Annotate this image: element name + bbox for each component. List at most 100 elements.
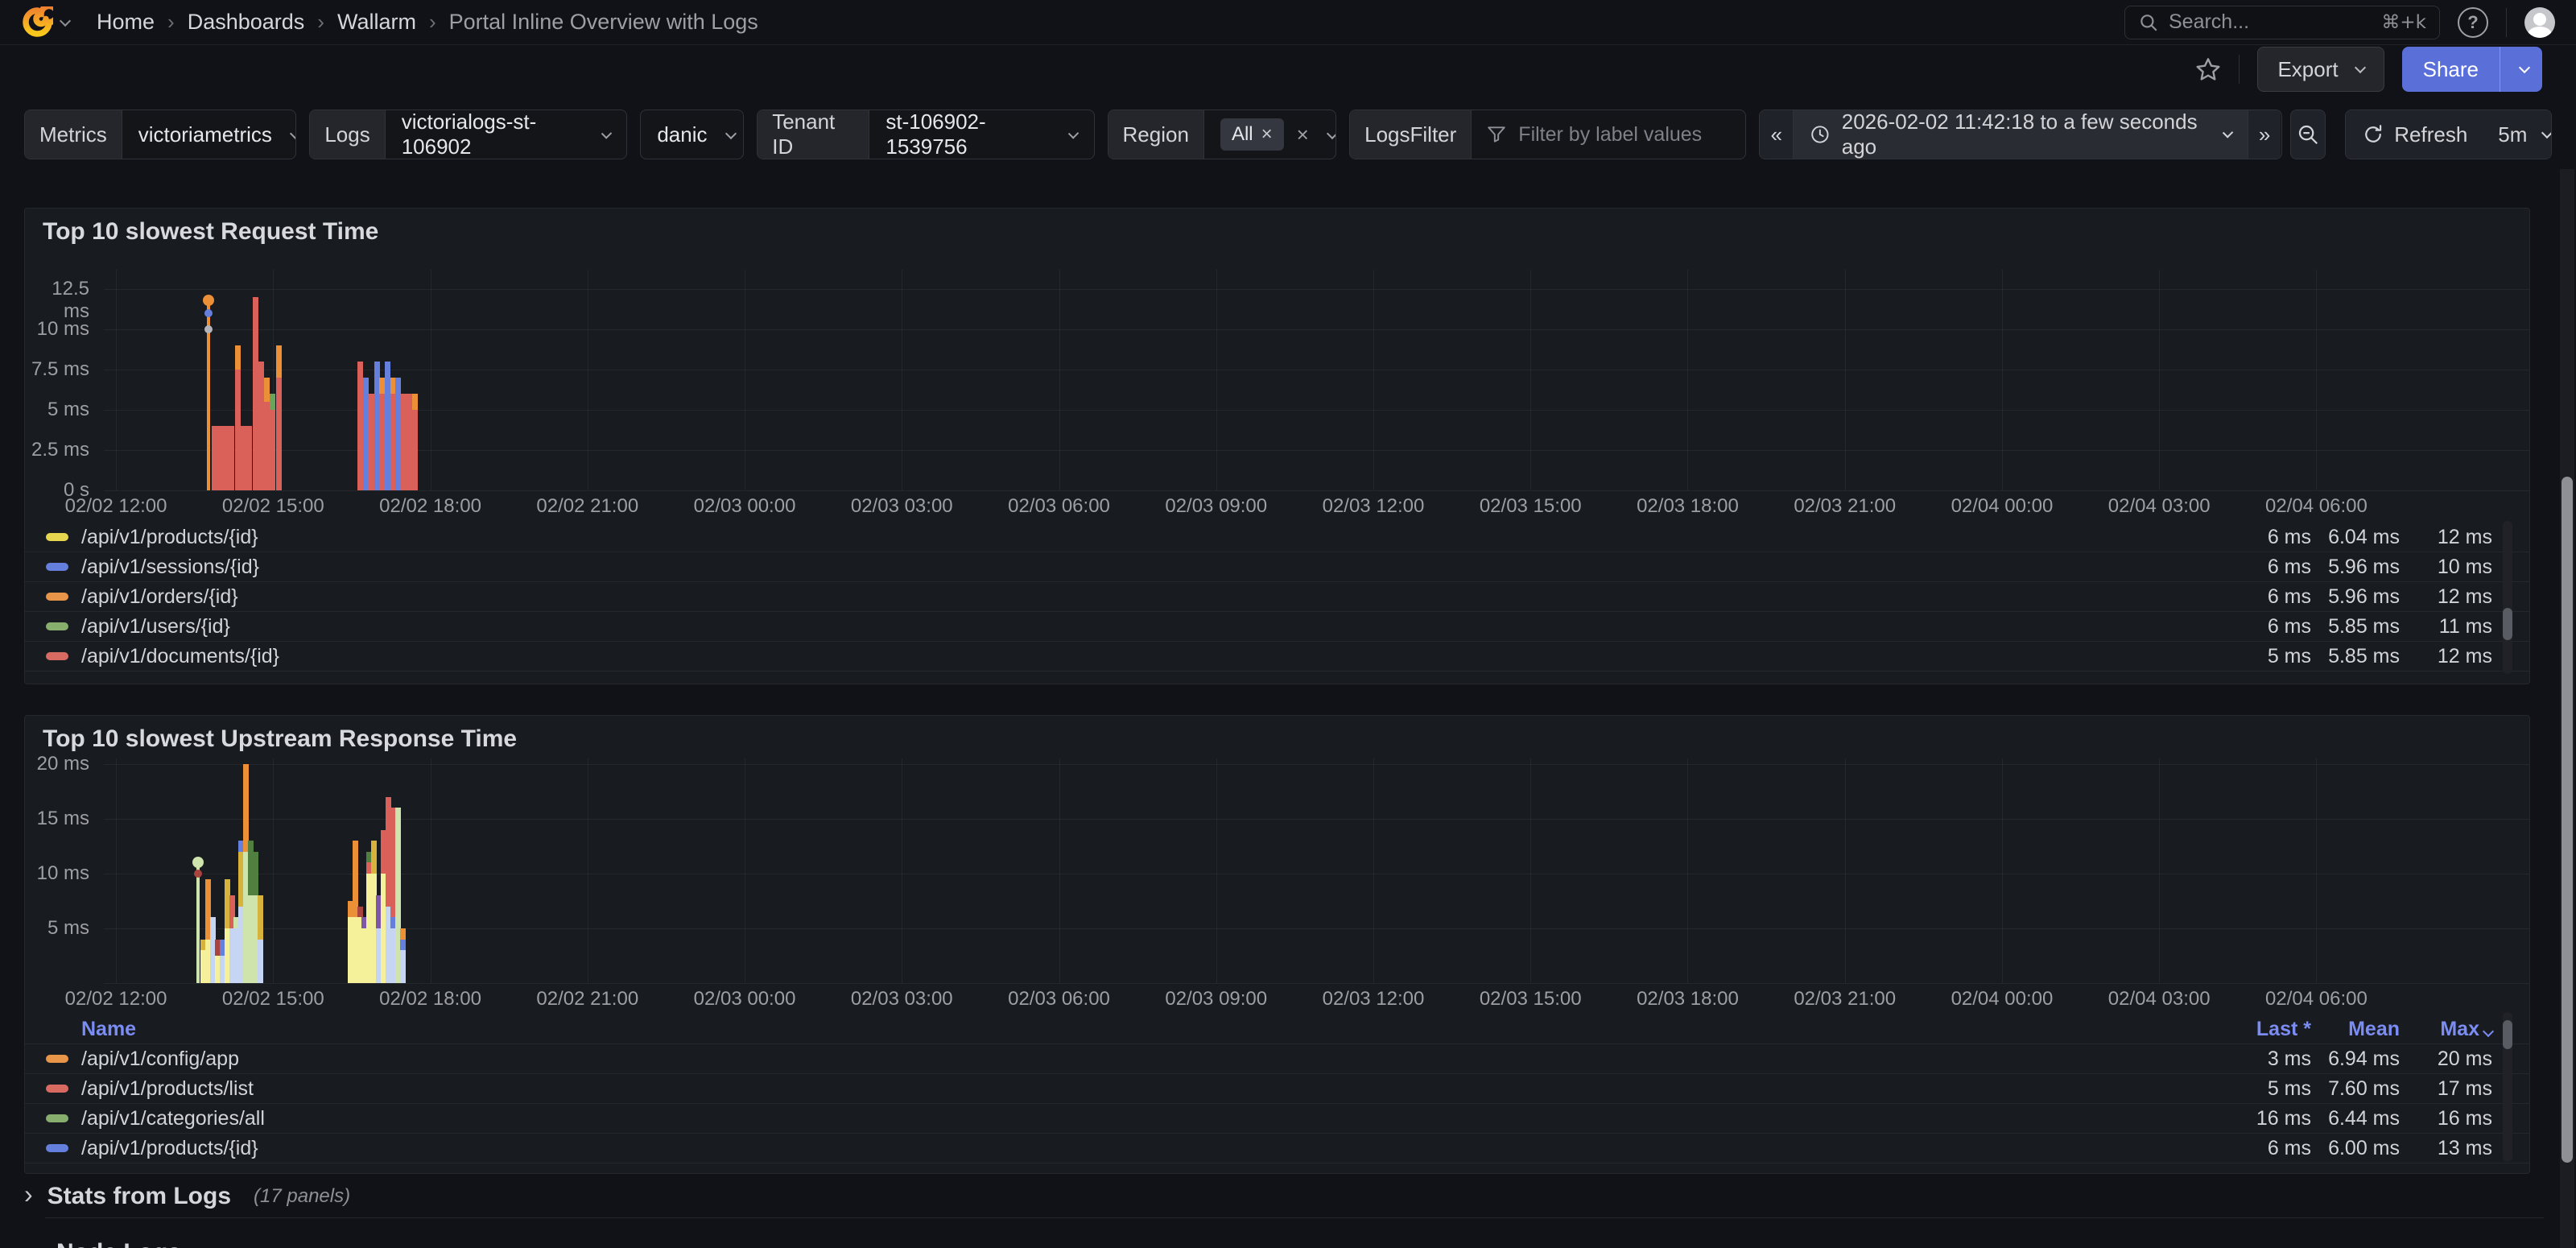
region-chip-label: All: [1232, 123, 1253, 146]
datasource-select[interactable]: danic: [641, 110, 744, 159]
legend-series-name[interactable]: /api/v1/orders/{id}: [81, 585, 238, 609]
legend-series-name[interactable]: /api/v1/sessions/{id}: [81, 556, 259, 579]
legend-row[interactable]: /api/v1/sessions/{id}6 ms5.96 ms10 ms: [25, 552, 2529, 582]
org-switcher-chevron-icon[interactable]: [60, 14, 71, 26]
chart-bar-segment: [243, 764, 249, 852]
row-divider: [45, 1217, 2544, 1218]
legend-row[interactable]: /api/v1/products/{id}6 ms6.04 ms12 ms: [25, 523, 2529, 552]
legend-row[interactable]: /api/v1/products/list5 ms7.60 ms17 ms: [25, 1074, 2529, 1104]
metrics-select[interactable]: victoriametrics: [122, 110, 297, 159]
nav-right: Search... ⌘+k ?: [2124, 6, 2555, 39]
legend-mean-value: 5.85 ms: [2311, 615, 2400, 638]
export-button[interactable]: Export: [2257, 47, 2384, 92]
v-gridline: [1845, 270, 1846, 490]
logsfilter-input[interactable]: Filter by label values: [1472, 110, 1745, 159]
x-axis-tick-label: 02/03 09:00: [1144, 988, 1289, 1010]
grafana-logo-icon[interactable]: [21, 6, 53, 39]
legend-last-value: 6 ms: [2223, 615, 2311, 638]
chart-bar-segment: [229, 426, 234, 490]
metrics-variable: Metrics victoriametrics: [24, 110, 296, 159]
chart-data-point: [194, 870, 202, 878]
legend-header-last[interactable]: Last *: [2223, 1018, 2311, 1041]
x-axis-tick-label: 02/03 21:00: [1773, 495, 1918, 518]
legend-series-name[interactable]: /api/v1/documents/{id}: [81, 645, 279, 668]
user-avatar[interactable]: [2524, 7, 2555, 38]
legend-max-value: 13 ms: [2400, 1137, 2492, 1160]
v-gridline: [1216, 270, 1217, 490]
star-icon[interactable]: [2195, 56, 2221, 82]
legend-header-max[interactable]: Max: [2400, 1018, 2492, 1041]
search-input[interactable]: Search... ⌘+k: [2124, 6, 2440, 39]
legend-header-mean[interactable]: Mean: [2311, 1018, 2400, 1041]
legend-header-row: Name Last *MeanMax: [25, 1015, 2529, 1044]
x-axis-tick-label: 02/02 15:00: [200, 495, 345, 518]
chart-bar-segment: [357, 907, 363, 918]
x-axis-tick-label: 02/03 03:00: [829, 495, 974, 518]
legend-series-name[interactable]: /api/v1/products/{id}: [81, 1137, 258, 1160]
legend-series-name[interactable]: /api/v1/products/list: [81, 1077, 254, 1101]
region-chip[interactable]: All ×: [1220, 118, 1284, 151]
time-range-button[interactable]: 2026-02-02 11:42:18 to a few seconds ago: [1794, 110, 2248, 159]
chart-bar-segment: [253, 852, 258, 895]
legend-last-value: 6 ms: [2223, 526, 2311, 549]
region-select[interactable]: All × ×: [1204, 110, 1336, 159]
legend-series-name[interactable]: /api/v1/config/app: [81, 1048, 239, 1071]
refresh-group: Refresh 5m: [2345, 110, 2552, 159]
dashboard-toolbar: Export Share: [0, 46, 2576, 93]
v-gridline: [1373, 270, 1374, 490]
legend-scrollbar-thumb[interactable]: [2503, 1020, 2512, 1049]
legend-max-value: 17 ms: [2400, 1077, 2492, 1101]
legend-row[interactable]: /api/v1/categories/all16 ms6.44 ms16 ms: [25, 1104, 2529, 1134]
chart-bar-segment: [401, 394, 407, 490]
y-axis-tick-label: 5 ms: [25, 917, 89, 940]
breadcrumb-separator: ›: [167, 10, 175, 35]
legend-series-name[interactable]: /api/v1/users/{id}: [81, 615, 230, 638]
search-icon: [2138, 12, 2159, 33]
x-axis-tick-label: 02/04 03:00: [2087, 988, 2231, 1010]
row-expand-icon[interactable]: ›: [24, 1180, 33, 1209]
legend-max-value: 10 ms: [2400, 556, 2492, 579]
legend-scrollbar-track[interactable]: [2503, 521, 2512, 674]
row-section-stats-from-logs[interactable]: › Stats from Logs (17 panels): [24, 1177, 350, 1216]
chart-data-point: [204, 325, 213, 333]
legend-row[interactable]: /api/v1/documents/{id}5 ms5.85 ms12 ms: [25, 642, 2529, 672]
legend-series-name[interactable]: /api/v1/products/{id}: [81, 526, 258, 549]
panel-title[interactable]: Top 10 slowest Request Time: [25, 209, 2529, 244]
page-scrollbar-thumb[interactable]: [2562, 477, 2573, 1163]
chip-remove-icon[interactable]: ×: [1261, 123, 1273, 146]
help-icon[interactable]: ?: [2458, 7, 2488, 38]
chart-bar-segment: [264, 378, 270, 402]
breadcrumb-home[interactable]: Home: [97, 10, 155, 35]
legend-header-name[interactable]: Name: [81, 1018, 136, 1041]
breadcrumb-separator: ›: [429, 10, 436, 35]
legend-last-value: 5 ms: [2223, 645, 2311, 668]
clear-icon[interactable]: ×: [1297, 122, 1309, 147]
chart-bar-segment: [212, 426, 217, 490]
x-axis-tick-label: 02/04 00:00: [1930, 988, 2074, 1010]
time-range-label: 2026-02-02 11:42:18 to a few seconds ago: [1842, 110, 2207, 159]
h-gridline: [104, 450, 2529, 451]
region-label: Region: [1108, 110, 1204, 159]
breadcrumb-folder[interactable]: Wallarm: [337, 10, 416, 35]
breadcrumb-dashboards[interactable]: Dashboards: [188, 10, 305, 35]
legend-scrollbar-track[interactable]: [2503, 1012, 2512, 1162]
legend-series-name[interactable]: /api/v1/categories/all: [81, 1107, 265, 1130]
legend-row[interactable]: /api/v1/config/app3 ms6.94 ms20 ms: [25, 1044, 2529, 1074]
time-shift-back-button[interactable]: «: [1760, 110, 1793, 159]
legend-row[interactable]: /api/v1/orders/{id}6 ms5.96 ms12 ms: [25, 582, 2529, 612]
v-gridline: [2159, 758, 2160, 983]
legend-scrollbar-thumb[interactable]: [2503, 608, 2512, 640]
row-section-partial[interactable]: Node Logs: [24, 1234, 181, 1248]
refresh-interval-button[interactable]: 5m: [2483, 110, 2552, 159]
legend-row[interactable]: /api/v1/users/{id}6 ms5.85 ms11 ms: [25, 612, 2529, 642]
refresh-button[interactable]: Refresh: [2346, 110, 2483, 159]
time-shift-forward-button[interactable]: »: [2248, 110, 2281, 159]
zoom-out-button[interactable]: [2290, 110, 2326, 159]
share-menu-button[interactable]: [2500, 47, 2542, 92]
legend-row[interactable]: /api/v1/products/{id}6 ms6.00 ms13 ms: [25, 1134, 2529, 1163]
h-gridline: [104, 490, 2529, 491]
panel-title[interactable]: Top 10 slowest Upstream Response Time: [25, 716, 2529, 751]
logs-select[interactable]: victorialogs-st-106902: [386, 110, 627, 159]
tenant-select[interactable]: st-106902-1539756: [869, 110, 1093, 159]
share-button[interactable]: Share: [2402, 47, 2500, 92]
